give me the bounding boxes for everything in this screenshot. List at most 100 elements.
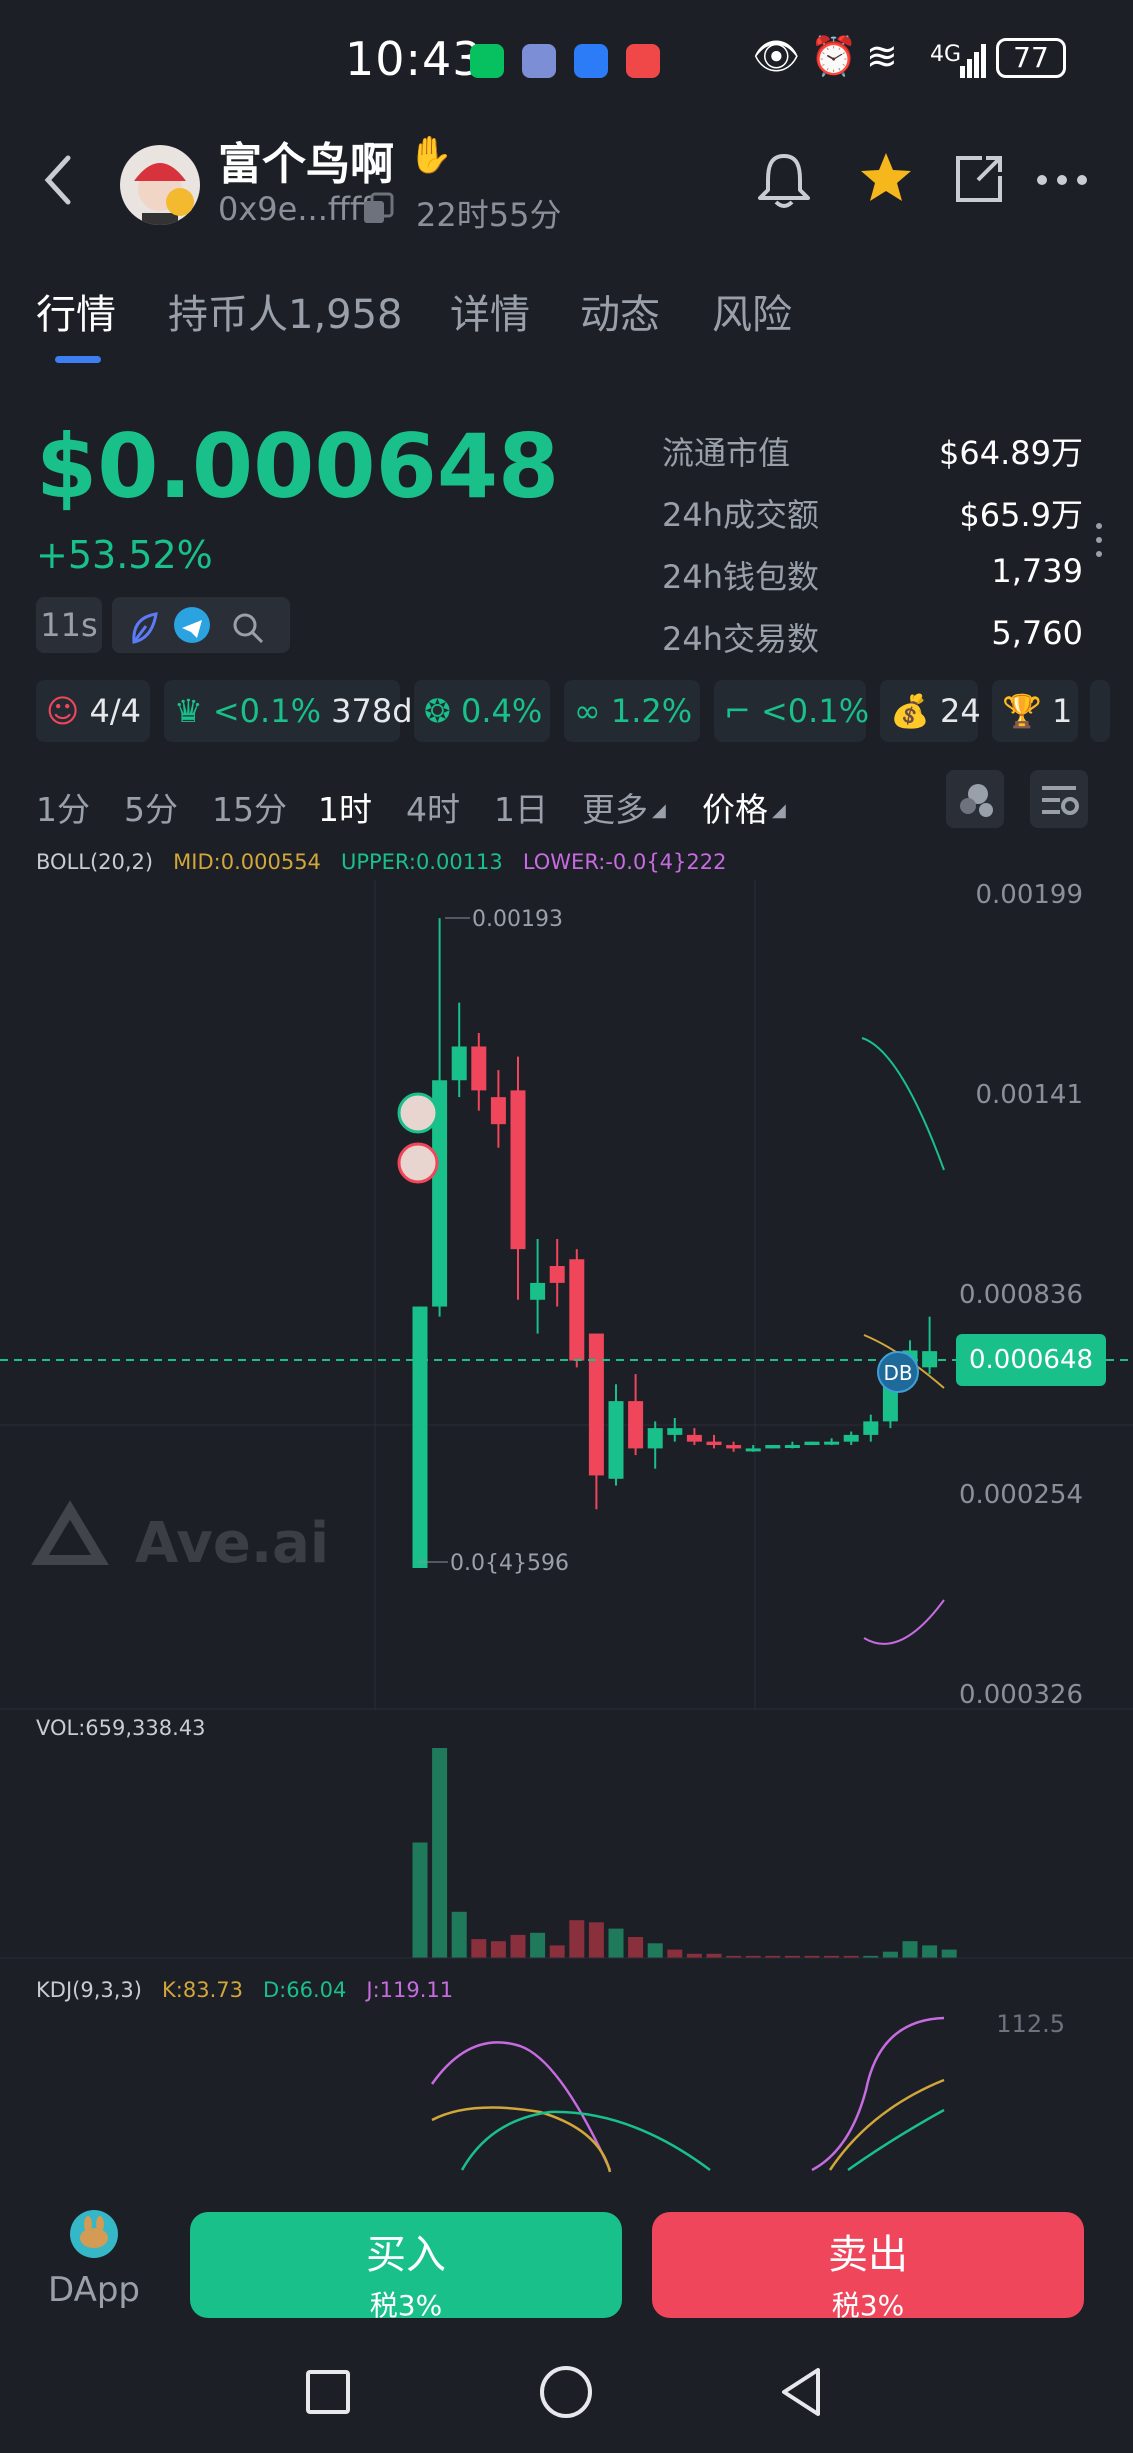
badge-bundle[interactable]: ❂ 0.4% [414, 680, 550, 742]
volume-bar [530, 1932, 546, 1958]
volume-bar [608, 1928, 624, 1958]
timeframe-5m[interactable]: 5分 [124, 783, 178, 831]
badge-holders[interactable]: ☺ 4/4 [36, 680, 150, 742]
bnb-chain-icon [166, 188, 194, 216]
candle[interactable] [530, 1282, 546, 1300]
candle[interactable] [765, 1445, 781, 1449]
recent-apps-icon[interactable] [306, 2370, 350, 2414]
y-axis-label: 0.00141 [975, 1080, 1083, 1110]
candle[interactable] [451, 1046, 467, 1081]
boll-label: BOLL(20,2) [36, 850, 154, 874]
timeframe-15m[interactable]: 15分 [212, 783, 287, 831]
share-icon[interactable] [952, 152, 1006, 206]
wifi-icon: ≋ [866, 34, 898, 78]
candle[interactable] [549, 1266, 565, 1283]
candle[interactable] [490, 1097, 506, 1125]
candle[interactable] [471, 1046, 487, 1091]
candle[interactable] [863, 1421, 879, 1435]
copy-icon[interactable] [362, 192, 396, 226]
candle[interactable] [667, 1428, 683, 1435]
badge-sniper[interactable]: ⌐ <0.1% [714, 680, 869, 742]
telegram-icon[interactable] [174, 607, 210, 643]
candle[interactable] [569, 1259, 585, 1361]
candle[interactable] [608, 1401, 624, 1479]
search-icon[interactable] [230, 607, 266, 644]
kdj-d: D:66.04 [263, 1978, 347, 2002]
timeframe-1h[interactable]: 1时 [318, 783, 372, 831]
tab-activity[interactable]: 动态 [580, 282, 660, 340]
trader-avatar-icon[interactable] [397, 1142, 439, 1184]
candle[interactable] [824, 1441, 840, 1445]
pancakeswap-icon[interactable] [70, 2210, 118, 2258]
candle[interactable] [804, 1441, 820, 1446]
home-icon[interactable] [540, 2366, 592, 2418]
badge-link[interactable]: ∞ 1.2% [564, 680, 700, 742]
back-nav-icon[interactable] [778, 2366, 824, 2418]
y-axis-label: 0.00199 [975, 880, 1083, 910]
back-icon[interactable] [40, 150, 80, 210]
tab-holders[interactable]: 持币人1,958 [168, 282, 403, 340]
kdj-label: KDJ(9,3,3) [36, 1978, 142, 2002]
token-age: 22时55分 [416, 196, 562, 234]
app-icon [522, 44, 556, 78]
more-icon[interactable] [1034, 170, 1090, 190]
signal-icon [960, 44, 988, 78]
badge-money[interactable]: 💰 24 [880, 680, 981, 742]
badge-text: 1.2% [610, 692, 693, 730]
indicator-toggle-button[interactable] [946, 770, 1004, 828]
candle[interactable] [628, 1401, 644, 1449]
sell-tax: 税3% [831, 2289, 905, 2322]
network-label: 4G [930, 42, 962, 67]
badge-dev[interactable]: ♛ <0.1% 378d [164, 680, 413, 742]
volume-bar [941, 1949, 957, 1958]
kdj-legend: KDJ(9,3,3) K:83.73 D:66.04 J:119.11 [36, 1978, 453, 2002]
badge-text: 4/4 [89, 692, 142, 730]
y-axis-label: 0.000326 [958, 1680, 1083, 1710]
dropdown-triangle-icon: ◢ [652, 800, 666, 821]
timeframe-more[interactable]: 更多 [582, 783, 648, 831]
candle[interactable] [686, 1434, 702, 1442]
timeframe-4h[interactable]: 4时 [406, 783, 460, 831]
tab-market[interactable]: 行情 [36, 282, 116, 340]
buy-button[interactable]: 买入 税3% [190, 2212, 622, 2322]
boll-upper-line [861, 1037, 945, 1171]
stat-label: 24h成交额 [662, 496, 820, 534]
boll-legend: BOLL(20,2) MID:0.000554 UPPER:0.00113 LO… [36, 850, 727, 874]
tab-details[interactable]: 详情 [450, 282, 530, 340]
bell-icon[interactable] [756, 150, 812, 210]
badge-text: 24 [940, 692, 981, 730]
chart-settings-button[interactable] [1030, 770, 1088, 828]
boll-mid: MID:0.000554 [173, 850, 321, 874]
timeframe-1m[interactable]: 1分 [36, 783, 90, 831]
badge-trophy[interactable]: 🏆 1 [992, 680, 1078, 742]
candle[interactable] [726, 1445, 742, 1449]
candle[interactable] [412, 1306, 428, 1568]
volume-bar [490, 1941, 506, 1958]
kdj-j-line [430, 2041, 612, 2171]
db-marker-label: DB [883, 1361, 912, 1385]
candle[interactable] [843, 1434, 859, 1442]
candle[interactable] [510, 1090, 526, 1250]
social-links [112, 597, 290, 653]
kdj-j-line [811, 2016, 945, 2172]
candle[interactable] [588, 1333, 604, 1476]
stat-value: $65.9万 [959, 496, 1083, 534]
timeframe-1d[interactable]: 1日 [494, 783, 548, 831]
candle[interactable] [706, 1441, 722, 1446]
star-icon[interactable] [858, 150, 914, 206]
trader-avatar-icon[interactable] [397, 1092, 439, 1134]
trophy-icon: 🏆 [1002, 692, 1042, 730]
vertical-more-icon[interactable] [1094, 520, 1104, 560]
tab-risk[interactable]: 风险 [712, 282, 792, 340]
candle[interactable] [647, 1428, 663, 1449]
feather-icon[interactable] [126, 607, 162, 644]
candle[interactable] [745, 1448, 761, 1452]
sell-label: 卖出 [828, 2232, 908, 2278]
boll-lower-line [863, 1599, 945, 1645]
sell-button[interactable]: 卖出 税3% [652, 2212, 1084, 2322]
stat-value: 1,739 [991, 552, 1083, 590]
dapp-label[interactable]: DApp [48, 2270, 140, 2310]
chart-mode-price[interactable]: 价格 [702, 783, 768, 831]
y-axis-label: 0.000836 [958, 1280, 1083, 1310]
candle[interactable] [784, 1445, 800, 1449]
